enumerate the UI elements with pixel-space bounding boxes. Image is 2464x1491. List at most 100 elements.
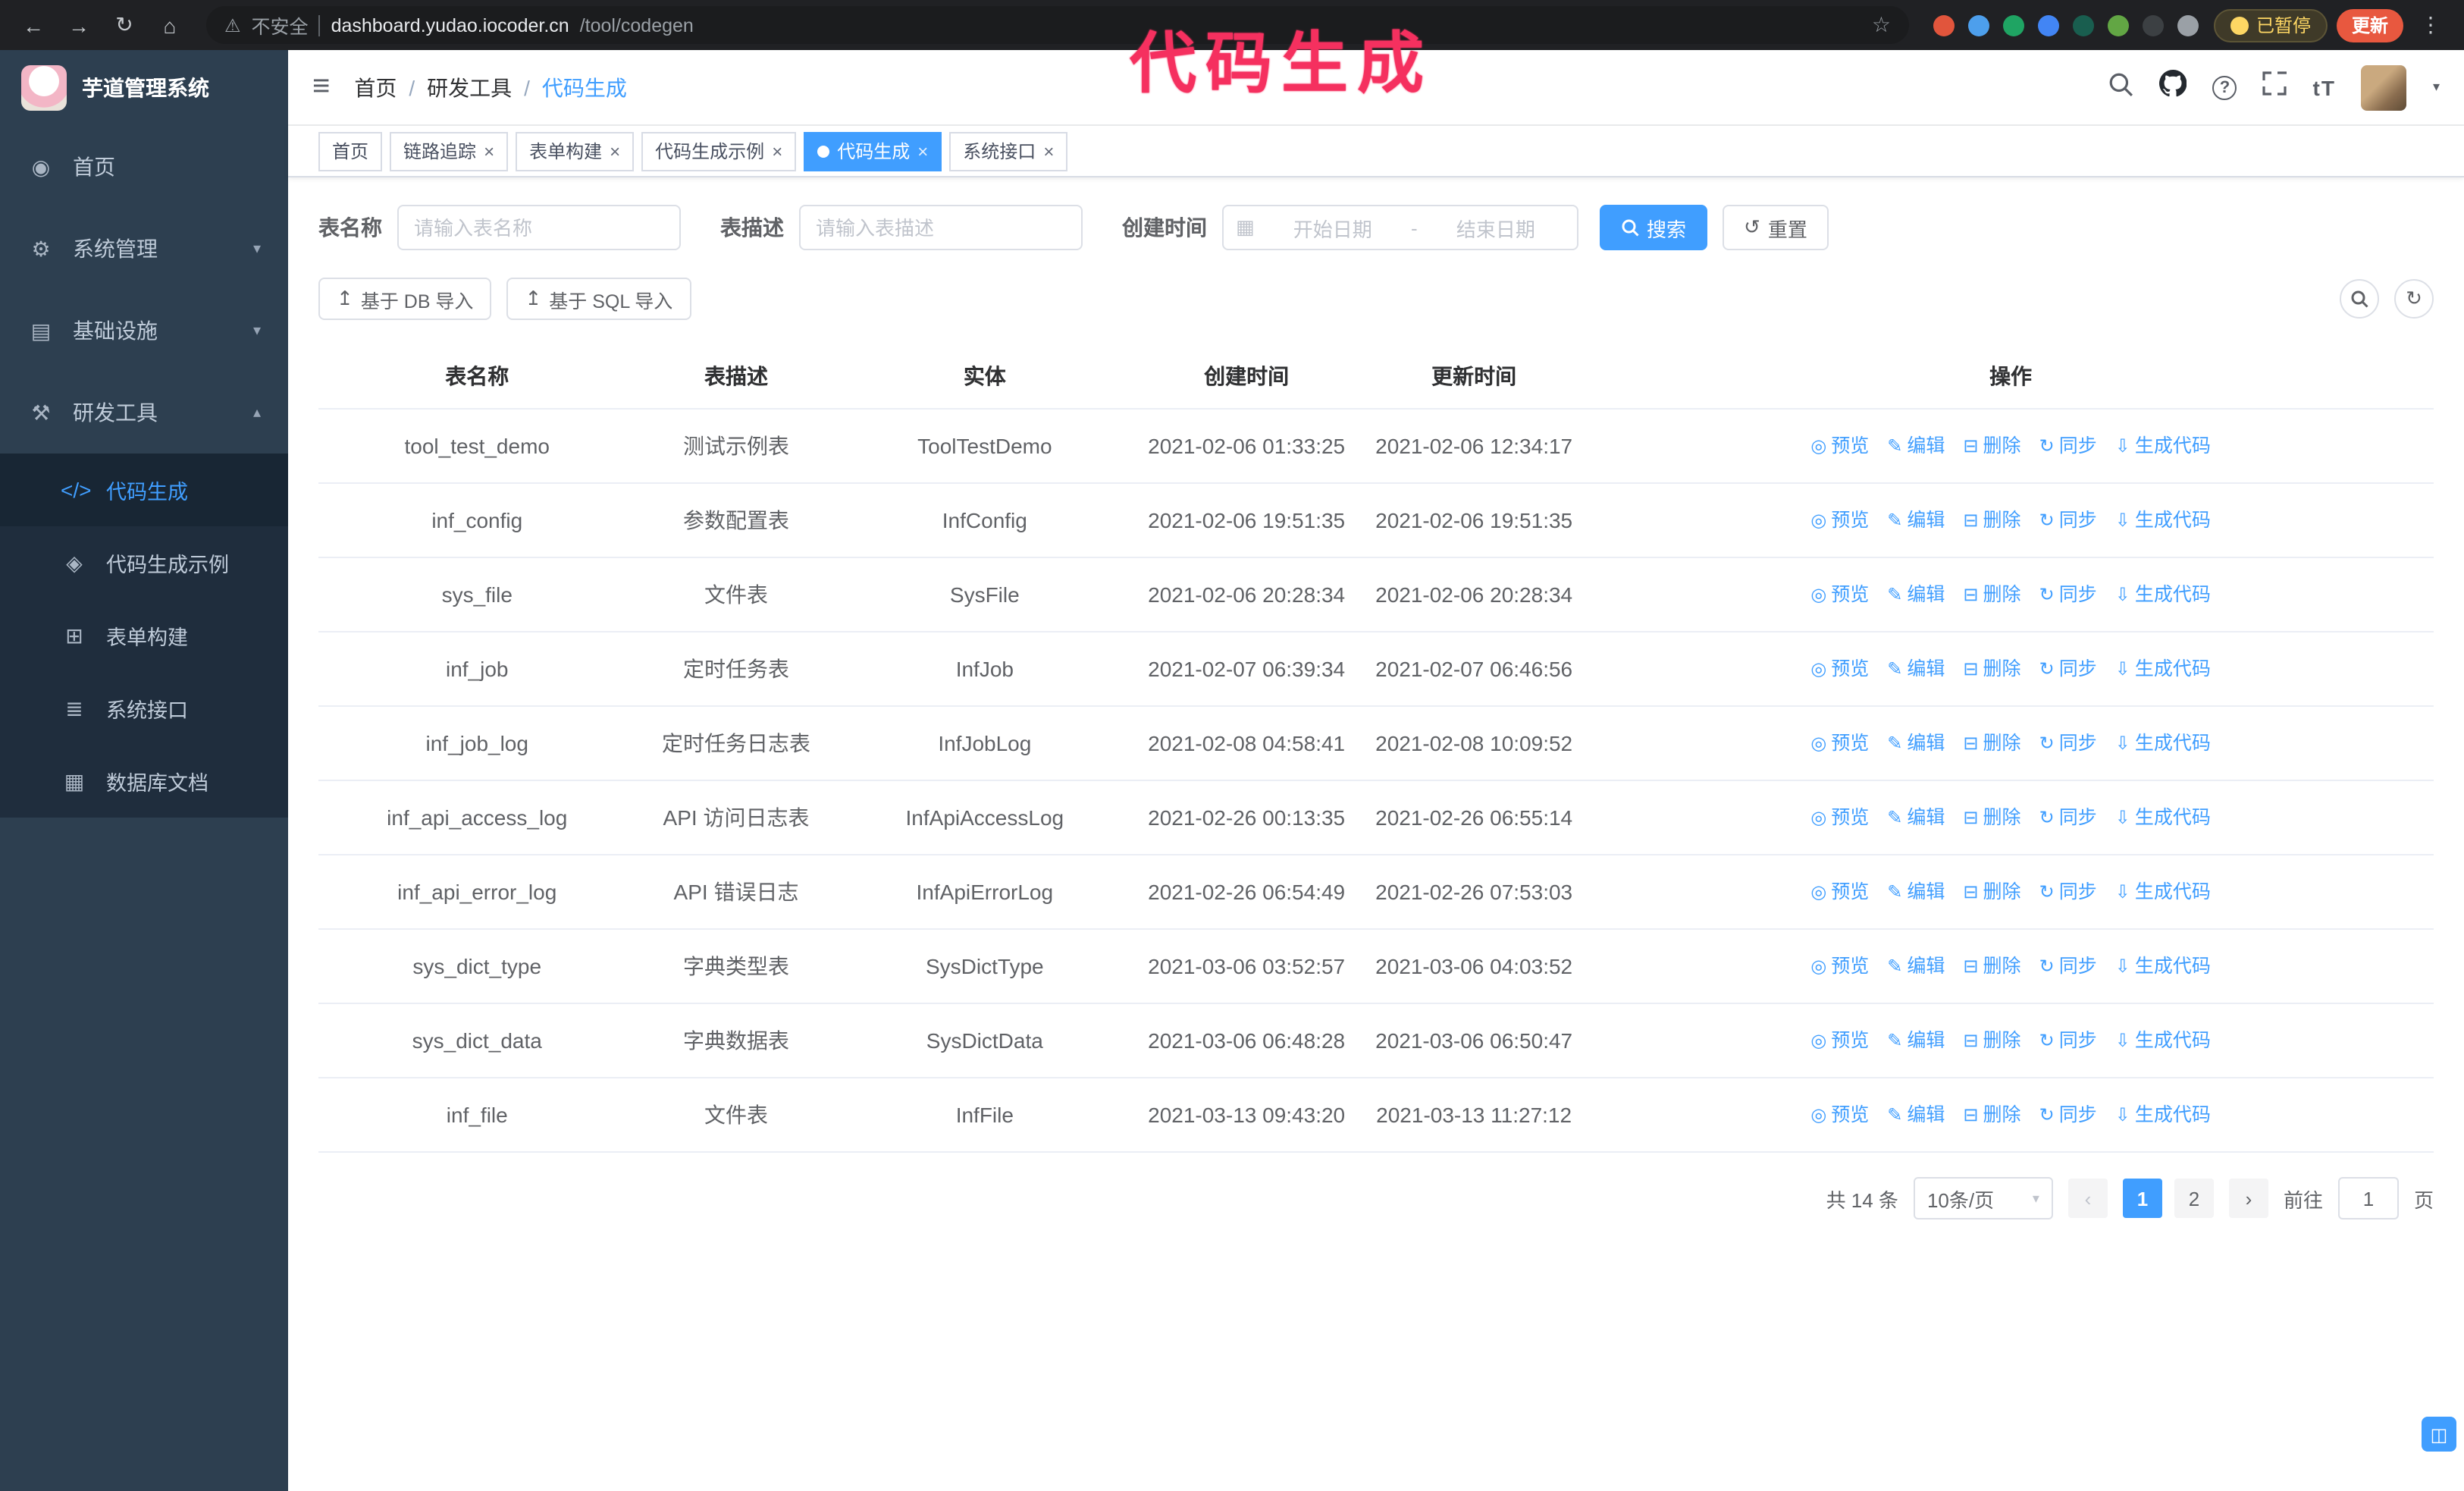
edit-link[interactable]: ✎ 编辑 bbox=[1887, 578, 1945, 613]
extension-icon[interactable] bbox=[1933, 14, 1955, 36]
chevron-down-icon[interactable]: ▾ bbox=[2433, 79, 2440, 96]
browser-menu-icon[interactable]: ⋮ bbox=[2412, 7, 2449, 43]
delete-link[interactable]: ⊟ 删除 bbox=[1963, 801, 2020, 836]
sidebar-item[interactable]: ⚒ 研发工具 ▴ bbox=[0, 372, 288, 454]
delete-link[interactable]: ⊟ 删除 bbox=[1963, 950, 2020, 984]
sync-link[interactable]: ↻ 同步 bbox=[2039, 578, 2097, 613]
extension-icon[interactable] bbox=[1967, 14, 1989, 36]
tab-close-icon[interactable]: × bbox=[1043, 142, 1054, 160]
date-range-picker[interactable]: ▦ 开始日期 - 结束日期 bbox=[1222, 205, 1578, 250]
extension-icon[interactable] bbox=[2037, 14, 2059, 36]
delete-link[interactable]: ⊟ 删除 bbox=[1963, 652, 2020, 687]
tab[interactable]: 表单构建 × bbox=[516, 131, 635, 171]
prev-page-button[interactable]: ‹ bbox=[2067, 1179, 2108, 1218]
tab-close-icon[interactable]: × bbox=[917, 142, 928, 160]
edit-link[interactable]: ✎ 编辑 bbox=[1887, 504, 1945, 538]
sync-link[interactable]: ↻ 同步 bbox=[2039, 429, 2097, 464]
generate-code-link[interactable]: ⇩ 生成代码 bbox=[2115, 1098, 2211, 1133]
sync-link[interactable]: ↻ 同步 bbox=[2039, 875, 2097, 910]
generate-code-link[interactable]: ⇩ 生成代码 bbox=[2115, 801, 2211, 836]
edit-link[interactable]: ✎ 编辑 bbox=[1887, 1024, 1945, 1059]
page-number-button[interactable]: 1 bbox=[2122, 1179, 2162, 1218]
edit-link[interactable]: ✎ 编辑 bbox=[1887, 727, 1945, 761]
table-desc-input[interactable] bbox=[799, 205, 1083, 250]
tab[interactable]: 系统接口 × bbox=[949, 131, 1068, 171]
avatar[interactable] bbox=[2361, 64, 2407, 110]
generate-code-link[interactable]: ⇩ 生成代码 bbox=[2115, 429, 2211, 464]
home-icon[interactable]: ⌂ bbox=[152, 7, 188, 43]
preview-link[interactable]: ◎ 预览 bbox=[1810, 652, 1869, 687]
sidebar-item[interactable]: ⚙ 系统管理 ▾ bbox=[0, 208, 288, 290]
floating-widget[interactable]: ◫ bbox=[2422, 1417, 2456, 1452]
delete-link[interactable]: ⊟ 删除 bbox=[1963, 504, 2020, 538]
generate-code-link[interactable]: ⇩ 生成代码 bbox=[2115, 578, 2211, 613]
reload-icon[interactable]: ↻ bbox=[106, 7, 143, 43]
generate-code-link[interactable]: ⇩ 生成代码 bbox=[2115, 950, 2211, 984]
page-number-button[interactable]: 2 bbox=[2174, 1179, 2214, 1218]
breadcrumb-home[interactable]: 首页 bbox=[354, 72, 397, 102]
font-size-icon[interactable]: tT bbox=[2313, 75, 2336, 99]
extension-icon[interactable] bbox=[2002, 14, 2024, 36]
tab[interactable]: 代码生成示例 × bbox=[641, 131, 797, 171]
edit-link[interactable]: ✎ 编辑 bbox=[1887, 429, 1945, 464]
sync-link[interactable]: ↻ 同步 bbox=[2039, 801, 2097, 836]
edit-link[interactable]: ✎ 编辑 bbox=[1887, 875, 1945, 910]
search-button[interactable]: 搜索 bbox=[1600, 205, 1708, 250]
edit-link[interactable]: ✎ 编辑 bbox=[1887, 950, 1945, 984]
sync-link[interactable]: ↻ 同步 bbox=[2039, 1024, 2097, 1059]
back-icon[interactable]: ← bbox=[15, 7, 52, 43]
delete-link[interactable]: ⊟ 删除 bbox=[1963, 875, 2020, 910]
extension-icon[interactable] bbox=[2177, 14, 2199, 36]
edit-link[interactable]: ✎ 编辑 bbox=[1887, 652, 1945, 687]
search-icon[interactable] bbox=[2108, 71, 2134, 104]
delete-link[interactable]: ⊟ 删除 bbox=[1963, 578, 2020, 613]
delete-link[interactable]: ⊟ 删除 bbox=[1963, 1098, 2020, 1133]
preview-link[interactable]: ◎ 预览 bbox=[1810, 429, 1869, 464]
sidebar-subitem[interactable]: </> 代码生成 bbox=[0, 454, 288, 526]
breadcrumb-dev-tools[interactable]: 研发工具 bbox=[427, 72, 512, 102]
extension-icon[interactable] bbox=[2072, 14, 2094, 36]
generate-code-link[interactable]: ⇩ 生成代码 bbox=[2115, 1024, 2211, 1059]
fullscreen-icon[interactable] bbox=[2262, 71, 2303, 103]
preview-link[interactable]: ◎ 预览 bbox=[1810, 950, 1869, 984]
sidebar-subitem[interactable]: ◈ 代码生成示例 bbox=[0, 526, 288, 599]
tab-close-icon[interactable]: × bbox=[610, 142, 620, 160]
preview-link[interactable]: ◎ 预览 bbox=[1810, 1024, 1869, 1059]
page-size-select[interactable]: 10条/页 ▾ bbox=[1913, 1177, 2053, 1219]
preview-link[interactable]: ◎ 预览 bbox=[1810, 875, 1869, 910]
tab-close-icon[interactable]: × bbox=[772, 142, 782, 160]
generate-code-link[interactable]: ⇩ 生成代码 bbox=[2115, 875, 2211, 910]
preview-link[interactable]: ◎ 预览 bbox=[1810, 801, 1869, 836]
app-logo[interactable]: 芋道管理系统 bbox=[0, 50, 288, 126]
github-icon[interactable] bbox=[2159, 69, 2187, 105]
update-button[interactable]: 更新 bbox=[2336, 8, 2403, 42]
tab[interactable]: 代码生成 × bbox=[804, 131, 942, 171]
preview-link[interactable]: ◎ 预览 bbox=[1810, 578, 1869, 613]
extension-icon[interactable] bbox=[2142, 14, 2164, 36]
goto-page-input[interactable] bbox=[2337, 1177, 2399, 1219]
delete-link[interactable]: ⊟ 删除 bbox=[1963, 1024, 2020, 1059]
sync-link[interactable]: ↻ 同步 bbox=[2039, 504, 2097, 538]
sync-link[interactable]: ↻ 同步 bbox=[2039, 950, 2097, 984]
table-name-input[interactable] bbox=[397, 205, 681, 250]
sidebar-item[interactable]: ▤ 基础设施 ▾ bbox=[0, 290, 288, 372]
preview-link[interactable]: ◎ 预览 bbox=[1810, 1098, 1869, 1133]
bookmark-star-icon[interactable]: ☆ bbox=[1872, 12, 1891, 38]
sync-link[interactable]: ↻ 同步 bbox=[2039, 1098, 2097, 1133]
toggle-search-button[interactable] bbox=[2340, 279, 2379, 319]
next-page-button[interactable]: › bbox=[2228, 1179, 2268, 1218]
edit-link[interactable]: ✎ 编辑 bbox=[1887, 1098, 1945, 1133]
sidebar-subitem[interactable]: ≣ 系统接口 bbox=[0, 672, 288, 745]
preview-link[interactable]: ◎ 预览 bbox=[1810, 727, 1869, 761]
sidebar-item[interactable]: ◉ 首页 bbox=[0, 126, 288, 208]
delete-link[interactable]: ⊟ 删除 bbox=[1963, 429, 2020, 464]
generate-code-link[interactable]: ⇩ 生成代码 bbox=[2115, 727, 2211, 761]
reset-button[interactable]: ↺ 重置 bbox=[1723, 205, 1829, 250]
forward-icon[interactable]: → bbox=[61, 7, 97, 43]
preview-link[interactable]: ◎ 预览 bbox=[1810, 504, 1869, 538]
help-icon[interactable]: ? bbox=[2212, 75, 2237, 99]
refresh-table-button[interactable]: ↻ bbox=[2394, 279, 2434, 319]
sidebar-toggle-icon[interactable]: ≡ bbox=[312, 70, 330, 105]
tab[interactable]: 首页 bbox=[318, 131, 383, 171]
import-sql-button[interactable]: ↥ 基于 SQL 导入 bbox=[506, 278, 691, 320]
